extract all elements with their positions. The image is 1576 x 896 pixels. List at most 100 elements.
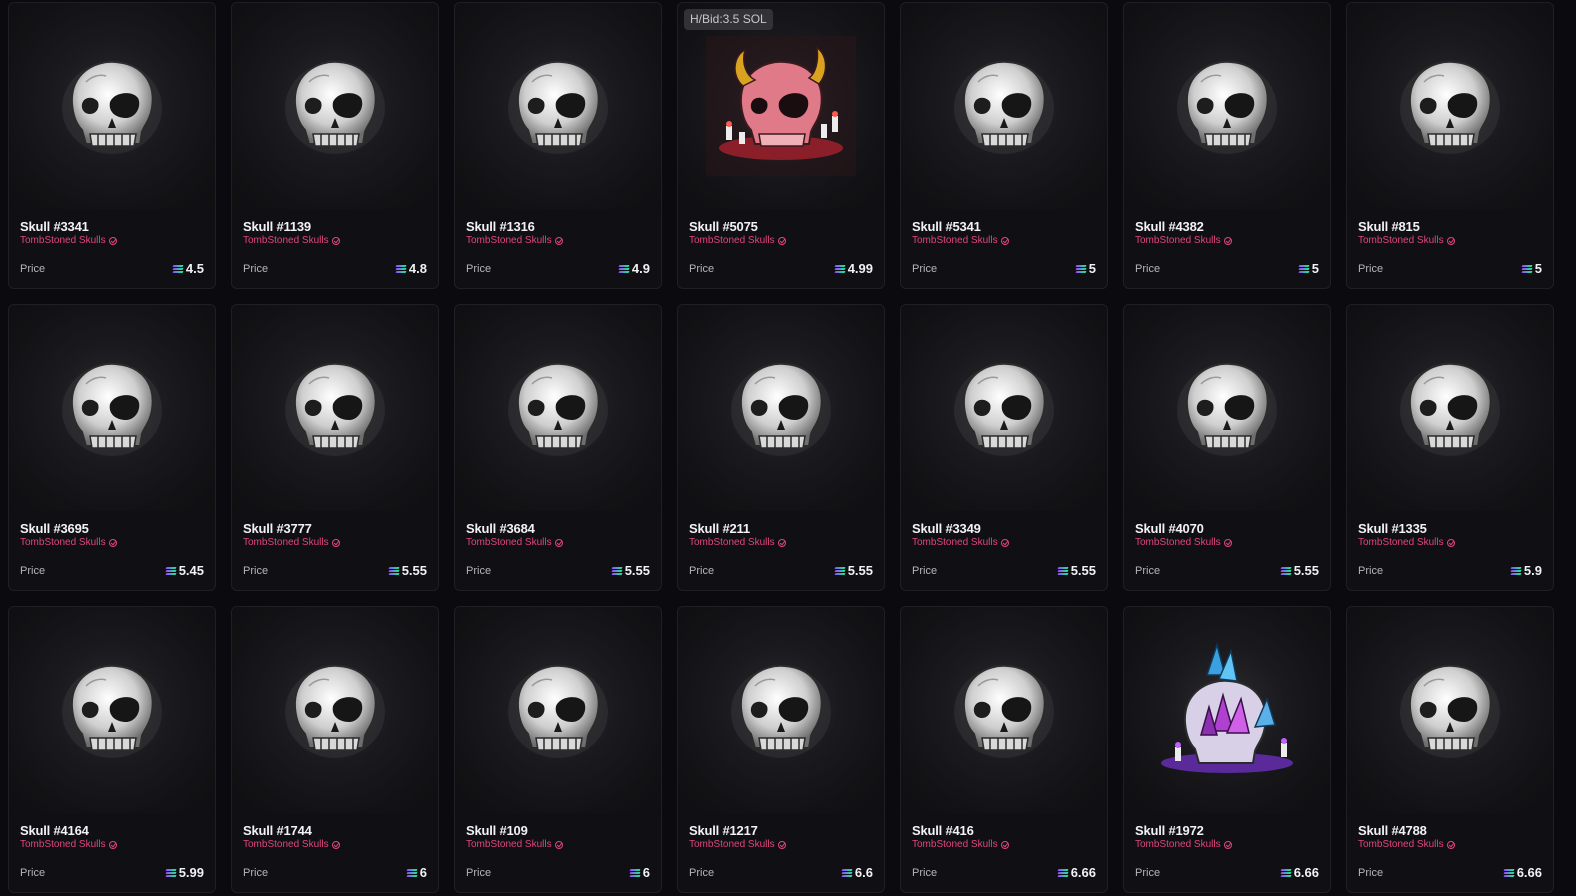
solana-icon: [1510, 566, 1522, 575]
collection-name[interactable]: TombStoned Skulls: [466, 537, 650, 549]
price-value: 6.66: [1503, 865, 1542, 880]
collection-name[interactable]: TombStoned Skulls: [689, 839, 873, 851]
card-info: Skull #1316 TombStoned Skulls Price 4.9: [455, 209, 661, 277]
card-info: Skull #1139 TombStoned Skulls Price 4.8: [232, 209, 438, 277]
nft-image[interactable]: [678, 607, 884, 813]
nft-image[interactable]: [1124, 607, 1330, 813]
verified-icon: [554, 237, 563, 245]
collection-name[interactable]: TombStoned Skulls: [1135, 235, 1319, 247]
nft-image[interactable]: [455, 3, 661, 209]
nft-image[interactable]: [455, 305, 661, 511]
nft-name: Skull #416: [912, 823, 974, 838]
nft-grid: Skull #3341 TombStoned Skulls Price 4.5: [8, 2, 1554, 893]
nft-card-9[interactable]: Skull #3777 TombStoned Skulls Price 5.55: [231, 304, 439, 591]
nft-name: Skull #3777: [243, 521, 312, 536]
skull-image: [508, 664, 608, 758]
price-amount: 6: [419, 865, 427, 880]
collection-label: TombStoned Skulls: [1358, 839, 1444, 850]
nft-image[interactable]: H/Bid:3.5 SOL: [678, 3, 884, 209]
collection-name[interactable]: TombStoned Skulls: [466, 839, 650, 851]
skull-image: [285, 664, 385, 758]
collection-label: TombStoned Skulls: [243, 537, 329, 548]
nft-image[interactable]: [232, 305, 438, 511]
card-info: Skull #4070 TombStoned Skulls Price 5.55: [1124, 511, 1330, 579]
collection-name[interactable]: TombStoned Skulls: [1358, 537, 1542, 549]
nft-image[interactable]: [1124, 305, 1330, 511]
nft-card-8[interactable]: Skull #3695 TombStoned Skulls Price 5.45: [8, 304, 216, 591]
collection-name[interactable]: TombStoned Skulls: [689, 235, 873, 247]
nft-card-3[interactable]: Skull #1316 TombStoned Skulls Price 4.9: [454, 2, 662, 289]
price-row: Price 5.99: [20, 865, 204, 880]
collection-label: TombStoned Skulls: [20, 839, 106, 850]
nft-image[interactable]: [901, 305, 1107, 511]
collection-name[interactable]: TombStoned Skulls: [466, 235, 650, 247]
nft-card-2[interactable]: Skull #1139 TombStoned Skulls Price 4.8: [231, 2, 439, 289]
nft-card-4[interactable]: H/Bid:3.5 SOL Skull #5075 TombStoned Sku…: [677, 2, 885, 289]
verified-icon: [331, 841, 340, 849]
collection-name[interactable]: TombStoned Skulls: [20, 839, 204, 851]
collection-label: TombStoned Skulls: [1135, 235, 1221, 246]
collection-name[interactable]: TombStoned Skulls: [20, 235, 204, 247]
nft-image[interactable]: [232, 3, 438, 209]
nft-card-12[interactable]: Skull #3349 TombStoned Skulls Price 5.55: [900, 304, 1108, 591]
solana-icon: [1298, 264, 1310, 273]
nft-card-15[interactable]: Skull #4164 TombStoned Skulls Price 5.99: [8, 606, 216, 893]
price-value: 4.8: [395, 261, 427, 276]
nft-image[interactable]: [1347, 3, 1553, 209]
nft-card-21[interactable]: Skull #4788 TombStoned Skulls Price 6.66: [1346, 606, 1554, 893]
collection-name[interactable]: TombStoned Skulls: [1135, 537, 1319, 549]
collection-name[interactable]: TombStoned Skulls: [1135, 839, 1319, 851]
nft-card-18[interactable]: Skull #1217 TombStoned Skulls Price 6.6: [677, 606, 885, 893]
price-value: 5.45: [165, 563, 204, 578]
collection-name[interactable]: TombStoned Skulls: [912, 839, 1096, 851]
collection-name[interactable]: TombStoned Skulls: [912, 537, 1096, 549]
nft-image[interactable]: [9, 3, 215, 209]
nft-card-16[interactable]: Skull #1744 TombStoned Skulls Price 6: [231, 606, 439, 893]
collection-label: TombStoned Skulls: [689, 839, 775, 850]
collection-name[interactable]: TombStoned Skulls: [689, 537, 873, 549]
card-info: Skull #5075 TombStoned Skulls Price 4.99: [678, 209, 884, 277]
nft-name: Skull #4164: [20, 823, 89, 838]
nft-card-7[interactable]: Skull #815 TombStoned Skulls Price 5: [1346, 2, 1554, 289]
collection-name[interactable]: TombStoned Skulls: [243, 537, 427, 549]
nft-image[interactable]: [9, 607, 215, 813]
verified-icon: [108, 539, 117, 547]
card-info: Skull #1744 TombStoned Skulls Price 6: [232, 813, 438, 881]
collection-name[interactable]: TombStoned Skulls: [1358, 839, 1542, 851]
collection-name[interactable]: TombStoned Skulls: [243, 839, 427, 851]
nft-image[interactable]: [678, 305, 884, 511]
price-row: Price 6.66: [1358, 865, 1542, 880]
card-info: Skull #109 TombStoned Skulls Price 6: [455, 813, 661, 881]
nft-card-5[interactable]: Skull #5341 TombStoned Skulls Price 5: [900, 2, 1108, 289]
nft-card-10[interactable]: Skull #3684 TombStoned Skulls Price 5.55: [454, 304, 662, 591]
nft-card-19[interactable]: Skull #416 TombStoned Skulls Price 6.66: [900, 606, 1108, 893]
price-amount: 5.55: [1293, 563, 1319, 578]
nft-image[interactable]: [1347, 305, 1553, 511]
collection-name[interactable]: TombStoned Skulls: [1358, 235, 1542, 247]
nft-image[interactable]: [1124, 3, 1330, 209]
nft-card-14[interactable]: Skull #1335 TombStoned Skulls Price 5.9: [1346, 304, 1554, 591]
collection-name[interactable]: TombStoned Skulls: [243, 235, 427, 247]
solana-icon: [165, 868, 177, 877]
nft-image[interactable]: [9, 305, 215, 511]
price-label: Price: [20, 866, 46, 879]
nft-name: Skull #815: [1358, 219, 1420, 234]
nft-card-20[interactable]: Skull #1972 TombStoned Skulls Price 6.66: [1123, 606, 1331, 893]
collection-label: TombStoned Skulls: [1358, 235, 1444, 246]
nft-card-17[interactable]: Skull #109 TombStoned Skulls Price 6: [454, 606, 662, 893]
verified-icon: [777, 237, 786, 245]
nft-card-1[interactable]: Skull #3341 TombStoned Skulls Price 4.5: [8, 2, 216, 289]
skull-image: [731, 664, 831, 758]
nft-card-6[interactable]: Skull #4382 TombStoned Skulls Price 5: [1123, 2, 1331, 289]
collection-name[interactable]: TombStoned Skulls: [20, 537, 204, 549]
nft-image[interactable]: [901, 3, 1107, 209]
solana-icon: [1503, 868, 1515, 877]
nft-image[interactable]: [232, 607, 438, 813]
collection-name[interactable]: TombStoned Skulls: [912, 235, 1096, 247]
nft-card-11[interactable]: Skull #211 TombStoned Skulls Price 5.55: [677, 304, 885, 591]
nft-image[interactable]: [901, 607, 1107, 813]
nft-card-13[interactable]: Skull #4070 TombStoned Skulls Price 5.55: [1123, 304, 1331, 591]
nft-image[interactable]: [455, 607, 661, 813]
nft-image[interactable]: [1347, 607, 1553, 813]
solana-icon: [1521, 264, 1533, 273]
